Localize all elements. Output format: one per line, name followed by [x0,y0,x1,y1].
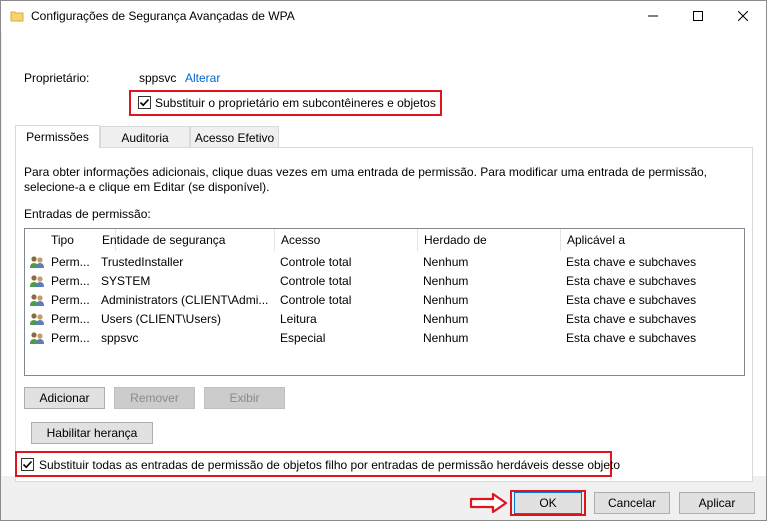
cell-applies: Esta chave e subchaves [566,311,697,326]
enable-inheritance-label: Habilitar herança [46,426,138,440]
cell-inherited: Nenhum [423,311,469,326]
checkmark-icon [139,98,150,107]
cell-principal: SYSTEM [101,273,151,288]
title-bar[interactable]: Configurações de Segurança Avançadas de … [1,1,766,32]
users-icon [29,252,45,271]
view-button[interactable]: Exibir [204,387,285,409]
tab-auditing-label: Auditoria [121,130,169,145]
window-title: Configurações de Segurança Avançadas de … [31,9,295,23]
col-header-principal-label: Entidade de segurança [102,233,226,247]
minimize-icon [647,10,658,24]
cell-type: Perm... [51,330,90,345]
tab-auditing[interactable]: Auditoria [100,126,190,148]
cell-principal: Users (CLIENT\Users) [101,311,222,326]
col-header-applies[interactable]: Aplicável a [561,229,744,251]
entries-label: Entradas de permissão: [24,207,151,221]
cell-access: Controle total [280,254,352,269]
ok-button-label: OK [539,496,557,510]
cell-access: Especial [280,330,326,345]
cell-principal: TrustedInstaller [101,254,184,269]
cell-applies: Esta chave e subchaves [566,273,697,288]
close-icon [737,10,748,24]
cell-access: Leitura [280,311,317,326]
cell-principal: Administrators (CLIENT\Admi... [101,292,269,307]
tab-permissions-label: Permissões [26,130,89,144]
list-header: Tipo Entidade de segurança Acesso Herdad… [25,229,744,251]
cell-access: Controle total [280,273,352,288]
change-owner-link[interactable]: Alterar [185,71,220,85]
col-header-inherited-label: Herdado de [424,233,487,247]
cell-type: Perm... [51,254,90,269]
cell-type: Perm... [51,311,90,326]
users-icon [29,328,45,347]
view-button-label: Exibir [229,391,260,405]
cell-applies: Esta chave e subchaves [566,254,697,269]
cell-inherited: Nenhum [423,273,469,288]
apply-button[interactable]: Aplicar [679,492,755,514]
users-icon [29,271,45,290]
cancel-button-label: Cancelar [607,496,657,510]
apply-button-label: Aplicar [698,496,736,510]
cell-principal: sppsvc [101,330,139,345]
tab-permissions[interactable]: Permissões [15,125,100,148]
cell-type: Perm... [51,292,90,307]
minimize-button[interactable] [630,1,675,32]
cell-access: Controle total [280,292,352,307]
replace-children-label: Substituir todas as entradas de permissã… [39,458,621,472]
cancel-button[interactable]: Cancelar [594,492,670,514]
table-row[interactable]: Perm... Users (CLIENT\Users) Leitura Nen… [25,309,744,328]
remove-button-label: Remover [130,391,179,405]
owner-label: Proprietário: [24,71,90,85]
users-icon [29,309,45,328]
table-row[interactable]: Perm... SYSTEM Controle total Nenhum Est… [25,271,744,290]
cell-inherited: Nenhum [423,330,469,345]
table-row[interactable]: Perm... sppsvc Especial Nenhum Esta chav… [25,328,744,347]
permission-entries-list[interactable]: Tipo Entidade de segurança Acesso Herdad… [24,228,745,376]
cell-applies: Esta chave e subchaves [566,330,697,345]
col-header-principal[interactable]: Entidade de segurança [96,229,275,251]
replace-owner-label: Substituir o proprietário em subcontêine… [155,96,436,110]
info-text-line1: Para obter informações adicionais, cliqu… [24,165,708,179]
close-button[interactable] [720,1,765,32]
info-text-line2: selecione-a e clique em Editar (se dispo… [24,180,270,194]
owner-value: sppsvc [139,71,177,85]
replace-children-checkbox[interactable] [21,458,34,471]
col-header-access[interactable]: Acesso [275,229,418,251]
col-header-access-label: Acesso [281,233,321,247]
col-header-applies-label: Aplicável a [567,233,626,247]
tab-effective-access-label: Acesso Efetivo [194,130,275,145]
col-header-inherited[interactable]: Herdado de [418,229,561,251]
arrow-right-icon [469,492,509,517]
tab-effective-access[interactable]: Acesso Efetivo [190,126,279,148]
cell-inherited: Nenhum [423,254,469,269]
add-button-label: Adicionar [39,391,90,405]
dialog-window: Configurações de Segurança Avançadas de … [0,0,767,521]
col-header-type-label: Tipo [51,233,74,247]
enable-inheritance-button[interactable]: Habilitar herança [31,422,153,444]
ok-button[interactable]: OK [514,492,582,514]
table-row[interactable]: Perm... TrustedInstaller Controle total … [25,252,744,271]
add-button[interactable]: Adicionar [24,387,105,409]
cell-applies: Esta chave e subchaves [566,292,697,307]
replace-owner-checkbox[interactable] [138,96,151,109]
maximize-button[interactable] [675,1,720,32]
users-icon [29,290,45,309]
maximize-icon [692,10,703,24]
folder-icon [10,9,24,23]
table-row[interactable]: Perm... Administrators (CLIENT\Admi... C… [25,290,744,309]
remove-button[interactable]: Remover [114,387,195,409]
checkmark-icon [22,460,33,469]
cell-type: Perm... [51,273,90,288]
cell-inherited: Nenhum [423,292,469,307]
